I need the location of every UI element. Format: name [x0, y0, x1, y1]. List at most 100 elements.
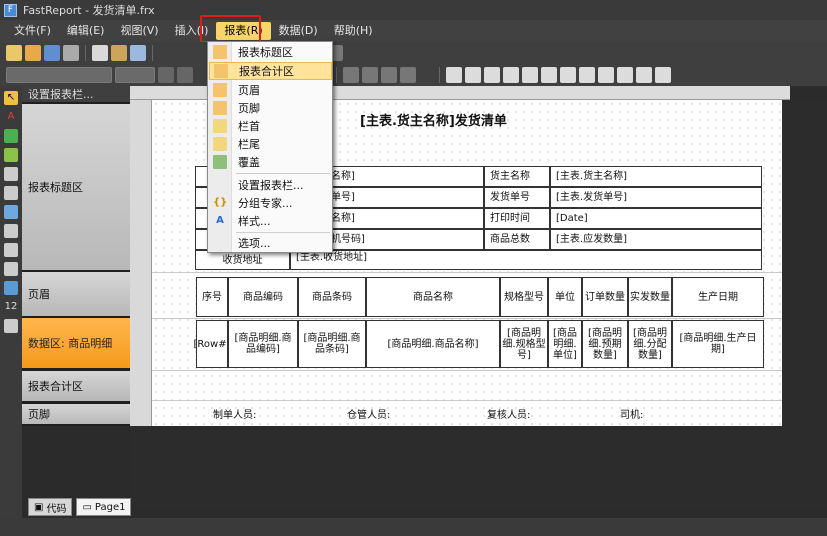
band-page-header[interactable]: 页眉 — [22, 272, 130, 316]
menu-file[interactable]: 文件(F) — [6, 22, 59, 40]
menu-item-group-expert[interactable]: {} 分组专家... — [209, 194, 332, 212]
info-value-2[interactable]: [主表.发货单号] — [550, 187, 762, 208]
info-value-1[interactable]: [主表.货主名称] — [550, 166, 762, 187]
chart-icon[interactable] — [4, 281, 18, 295]
menu-item-configure-bands[interactable]: 设置报表栏... — [209, 176, 332, 194]
fill-color-icon[interactable] — [579, 67, 595, 83]
frame-none-icon[interactable] — [541, 67, 557, 83]
menu-view[interactable]: 视图(V) — [112, 22, 166, 40]
data-cell-ship-qty[interactable]: [商品明细.分配数量] — [628, 320, 672, 368]
line-icon[interactable] — [4, 224, 18, 238]
info-label-4[interactable]: 商品总数 — [484, 229, 550, 250]
footer-warehouse[interactable]: 仓管人员: — [347, 406, 390, 421]
align-center-icon[interactable] — [362, 67, 378, 83]
toolbar-separator — [152, 45, 153, 61]
info-label-3[interactable]: 打印时间 — [484, 208, 550, 229]
menu-item-report-summary[interactable]: 报表合计区 — [209, 62, 332, 80]
pointer-icon[interactable]: ↖ — [4, 91, 18, 105]
band-report-title[interactable]: 报表标题区 — [22, 104, 130, 270]
info-label-2[interactable]: 发货单号 — [484, 187, 550, 208]
col-header-name[interactable]: 商品名称 — [366, 277, 500, 317]
data-cell-barcode[interactable]: [商品明细.商品条码] — [298, 320, 366, 368]
copy-icon[interactable] — [111, 45, 127, 61]
frame-bottom-icon[interactable] — [465, 67, 481, 83]
menu-item-page-header[interactable]: 页眉 — [209, 81, 332, 99]
info-value-4[interactable]: [主表.应发数量] — [550, 229, 762, 250]
frame-left-icon[interactable] — [484, 67, 500, 83]
footer-driver[interactable]: 司机: — [620, 406, 643, 421]
font-name-combo[interactable] — [6, 67, 112, 83]
italic-icon[interactable] — [177, 67, 193, 83]
col-header-date[interactable]: 生产日期 — [672, 277, 764, 317]
text-color-icon[interactable] — [655, 67, 671, 83]
richtext-icon[interactable] — [4, 319, 18, 333]
menu-item-styles[interactable]: A 样式... — [209, 212, 332, 230]
preview-icon[interactable] — [63, 45, 79, 61]
bold-icon[interactable] — [158, 67, 174, 83]
checkbox-icon[interactable] — [4, 262, 18, 276]
tab-page1[interactable]: ▭ Page1 — [76, 498, 132, 516]
menu-item-overlay[interactable]: 覆盖 — [209, 153, 332, 171]
data-cell-date[interactable]: [商品明细.生产日期] — [672, 320, 764, 368]
font-size-combo[interactable] — [115, 67, 155, 83]
barcode-icon[interactable] — [4, 243, 18, 257]
report-title-text[interactable]: [主表.货主名称]发货清单 — [360, 110, 507, 129]
data-cell-name[interactable]: [商品明细.商品名称] — [366, 320, 500, 368]
col-header-unit[interactable]: 单位 — [548, 277, 582, 317]
number-icon[interactable]: 12 — [4, 300, 18, 314]
col-header-code[interactable]: 商品编码 — [228, 277, 298, 317]
address-value[interactable]: [主表.收货地址] — [290, 250, 762, 270]
align-left-icon[interactable] — [343, 67, 359, 83]
menu-item-page-footer[interactable]: 页脚 — [209, 99, 332, 117]
align-right-icon[interactable] — [381, 67, 397, 83]
band-page-footer[interactable]: 页脚 — [22, 404, 130, 424]
menu-item-report-title[interactable]: 报表标题区 — [209, 43, 332, 61]
menu-help[interactable]: 帮助(H) — [326, 22, 381, 40]
col-header-spec[interactable]: 规格型号 — [500, 277, 548, 317]
footer-reviewer[interactable]: 复核人员: — [487, 406, 530, 421]
col-header-order-qty[interactable]: 订单数量 — [582, 277, 628, 317]
footer-maker[interactable]: 制单人员: — [213, 406, 256, 421]
table-icon[interactable] — [4, 167, 18, 181]
picture-icon[interactable] — [4, 129, 18, 143]
menu-item-column-footer[interactable]: 栏尾 — [209, 135, 332, 153]
window-title: FastReport - 发货清单.frx — [23, 4, 155, 17]
menu-item-column-header[interactable]: 栏首 — [209, 117, 332, 135]
toolbar-separator — [439, 67, 440, 83]
info-label-1[interactable]: 货主名称 — [484, 166, 550, 187]
band-summary[interactable]: 报表合计区 — [22, 371, 130, 401]
line-width-icon[interactable] — [617, 67, 633, 83]
col-header-seq[interactable]: 序号 — [196, 277, 228, 317]
frame-top-icon[interactable] — [446, 67, 462, 83]
save-icon[interactable] — [44, 45, 60, 61]
line-style-icon[interactable] — [636, 67, 652, 83]
border-icon[interactable] — [400, 67, 416, 83]
data-cell-seq[interactable]: [Row#] — [194, 320, 231, 368]
tab-code[interactable]: ▣ 代码 — [28, 498, 73, 516]
col-header-barcode[interactable]: 商品条码 — [298, 277, 366, 317]
new-icon[interactable] — [6, 45, 22, 61]
shadow-icon[interactable] — [560, 67, 576, 83]
frame-all-icon[interactable] — [522, 67, 538, 83]
menu-item-options[interactable]: 选项... — [209, 234, 332, 252]
band-data[interactable]: 数据区: 商品明细 — [22, 318, 130, 368]
data-cell-order-qty[interactable]: [商品明细.预期数量] — [582, 320, 628, 368]
text-object-icon[interactable]: A — [4, 110, 18, 124]
col-header-ship-qty[interactable]: 实发数量 — [628, 277, 672, 317]
line-color-icon[interactable] — [598, 67, 614, 83]
menu-data[interactable]: 数据(D) — [271, 22, 326, 40]
address-label[interactable]: 收货地址 — [195, 250, 290, 270]
matrix-icon[interactable] — [4, 186, 18, 200]
data-cell-code[interactable]: [商品明细.商品编码] — [228, 320, 298, 368]
paste-icon[interactable] — [130, 45, 146, 61]
info-value-3[interactable]: [Date] — [550, 208, 762, 229]
band-settings-header[interactable]: 设置报表栏... — [22, 86, 130, 102]
page-icon[interactable] — [92, 45, 108, 61]
data-cell-unit[interactable]: [商品明细.单位] — [548, 320, 582, 368]
data-cell-spec[interactable]: [商品明细.规格型号] — [500, 320, 548, 368]
frame-right-icon[interactable] — [503, 67, 519, 83]
subreport-icon[interactable] — [4, 148, 18, 162]
shape-icon[interactable] — [4, 205, 18, 219]
open-icon[interactable] — [25, 45, 41, 61]
menu-edit[interactable]: 编辑(E) — [59, 22, 113, 40]
